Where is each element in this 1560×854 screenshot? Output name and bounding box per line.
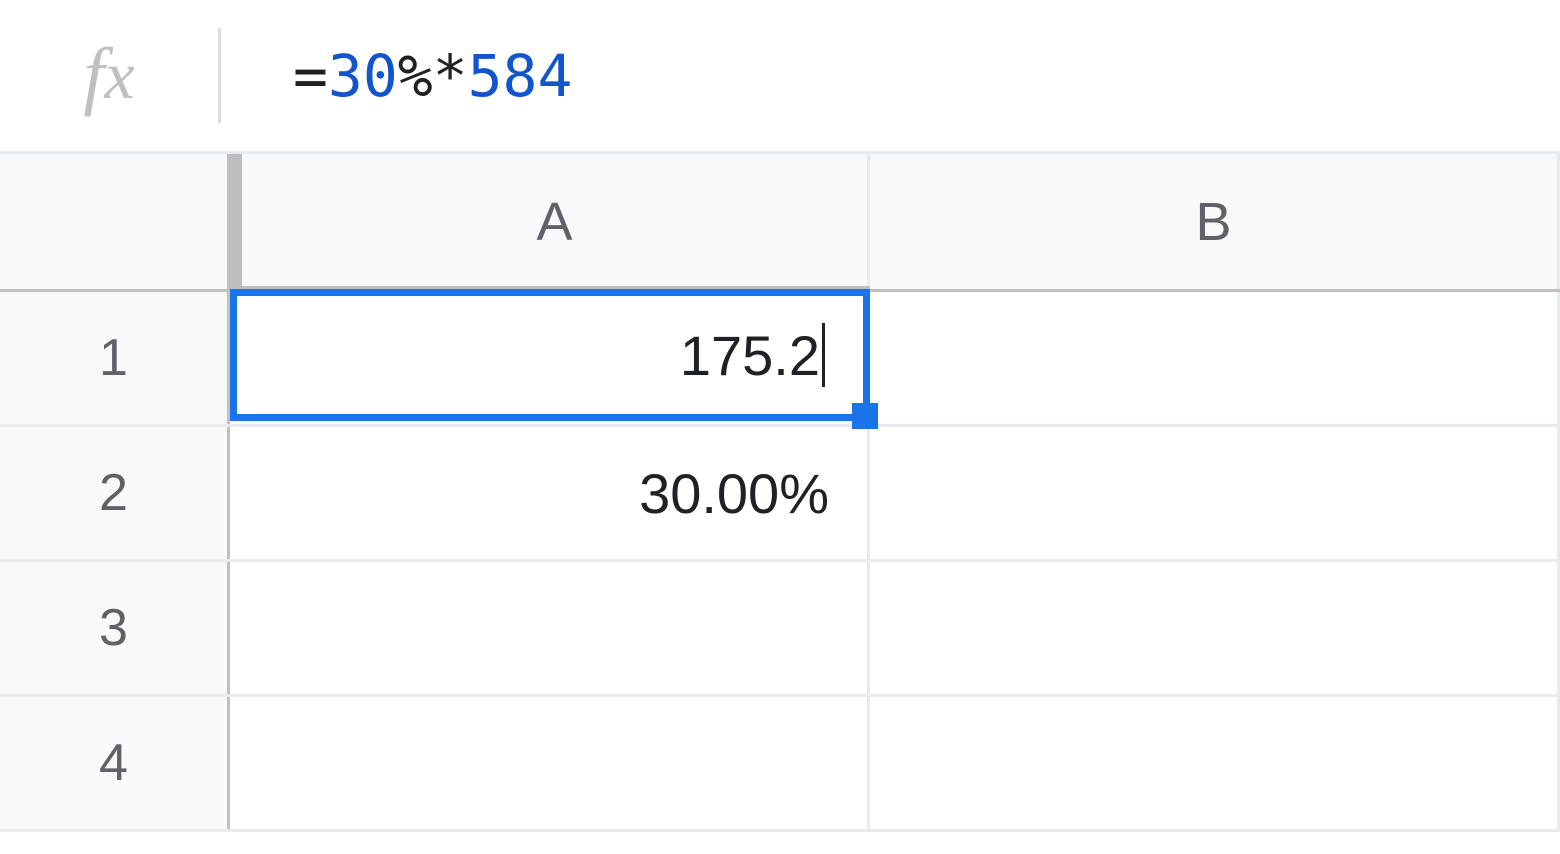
cell-a3[interactable] xyxy=(230,562,870,694)
cell-a1[interactable]: 175.2 xyxy=(230,289,870,421)
formula-equals: = xyxy=(293,42,328,110)
row-label-2: 2 xyxy=(99,463,128,523)
row-header-4[interactable]: 4 xyxy=(0,697,230,829)
cell-a4[interactable] xyxy=(230,697,870,829)
fx-icon: fx xyxy=(0,0,218,151)
row-label-1: 1 xyxy=(99,328,128,388)
column-header-a[interactable]: A xyxy=(230,154,870,289)
cell-b3[interactable] xyxy=(870,562,1560,694)
formula-number-1: 30 xyxy=(328,42,398,110)
spreadsheet-grid: A B 1 175.2 2 30.00% 3 xyxy=(0,154,1560,832)
cursor-caret-icon xyxy=(822,323,825,387)
select-all-corner[interactable] xyxy=(0,154,230,289)
cell-b2[interactable] xyxy=(870,427,1560,559)
formula-operator-1: %* xyxy=(398,42,468,110)
row-header-2[interactable]: 2 xyxy=(0,427,230,559)
row-3: 3 xyxy=(0,562,1560,697)
cell-b4[interactable] xyxy=(870,697,1560,829)
column-label-a: A xyxy=(536,191,572,253)
cell-value-a1: 175.2 xyxy=(680,323,820,388)
cell-a1-wrapper: 175.2 xyxy=(230,292,870,424)
column-header-b[interactable]: B xyxy=(870,154,1560,289)
column-header-row: A B xyxy=(0,154,1560,292)
selection-fill-handle[interactable] xyxy=(852,403,878,429)
column-label-b: B xyxy=(1195,191,1231,253)
formula-bar: fx =30%*584 xyxy=(0,0,1560,154)
cell-a2[interactable]: 30.00% xyxy=(230,427,870,559)
row-1: 1 175.2 xyxy=(0,292,1560,427)
row-header-3[interactable]: 3 xyxy=(0,562,230,694)
row-4: 4 xyxy=(0,697,1560,832)
row-2: 2 30.00% xyxy=(0,427,1560,562)
row-label-4: 4 xyxy=(99,733,128,793)
row-label-3: 3 xyxy=(99,598,128,658)
cell-b1[interactable] xyxy=(870,292,1560,424)
formula-input[interactable]: =30%*584 xyxy=(221,0,1560,151)
formula-number-2: 584 xyxy=(468,42,573,110)
cell-value-a2: 30.00% xyxy=(639,461,829,526)
row-header-1[interactable]: 1 xyxy=(0,292,230,424)
